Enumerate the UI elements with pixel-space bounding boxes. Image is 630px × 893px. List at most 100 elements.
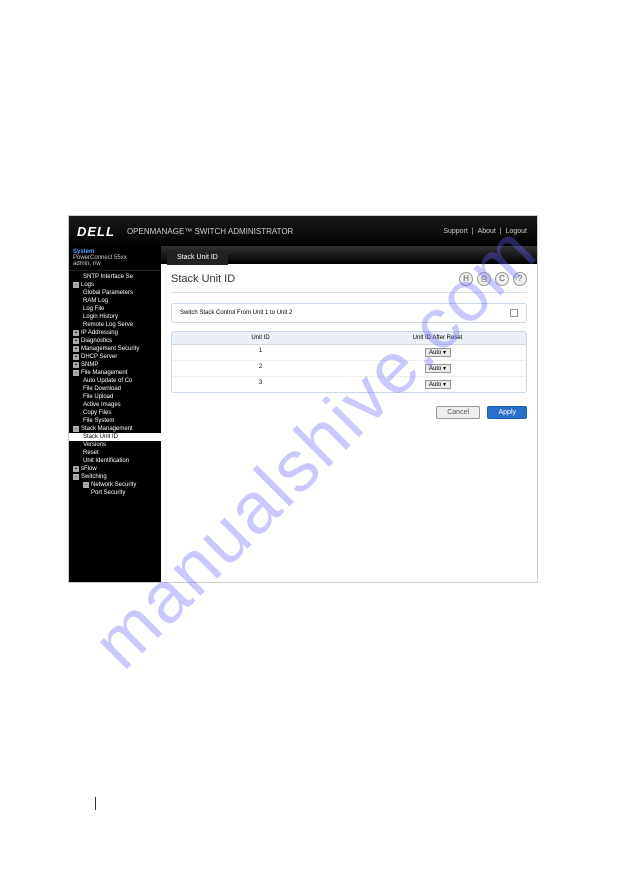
top-bar: DELL OPENMANAGE™ SWITCH ADMINISTRATOR Su… <box>69 216 537 246</box>
tree-item-label: Remote Log Serve <box>83 322 133 328</box>
tree-item-label: Stack Unit ID <box>83 434 118 440</box>
expand-icon[interactable]: + <box>73 466 79 472</box>
table-body: 1 Auto 2 Auto 3 Auto <box>172 345 526 392</box>
tree-item[interactable]: Versions <box>69 441 161 449</box>
link-about[interactable]: About <box>478 228 496 235</box>
tree-item[interactable]: RAM Log <box>69 297 161 305</box>
toolbar-icons: H ⎙ C ? <box>459 272 527 286</box>
tab-bar: Stack Unit ID <box>161 246 537 264</box>
unit-id-select[interactable]: Auto <box>425 364 451 373</box>
tree-item[interactable]: Login History <box>69 313 161 321</box>
tree-item[interactable]: +Management Security <box>69 345 161 353</box>
tree-item[interactable]: -File Management <box>69 369 161 377</box>
cell-unit-id-after-reset: Auto <box>349 345 526 360</box>
tree-item-label: Versions <box>83 442 106 448</box>
cancel-button[interactable]: Cancel <box>436 406 480 419</box>
tree-item[interactable]: Unit Identification <box>69 457 161 465</box>
tree-item-label: Port Security <box>91 490 125 496</box>
tree-item[interactable]: -Network Security <box>69 481 161 489</box>
tree-item[interactable]: File Upload <box>69 393 161 401</box>
tree-item-label: Stack Management <box>81 426 133 432</box>
tree-item[interactable]: -Logs <box>69 281 161 289</box>
tree-item[interactable]: Port Security <box>69 489 161 497</box>
tree-item-label: File System <box>83 418 114 424</box>
table-header: Unit ID Unit ID After Reset <box>172 332 526 345</box>
tree-item[interactable]: Auto Update of Co <box>69 377 161 385</box>
collapse-icon[interactable]: - <box>73 282 79 288</box>
cell-unit-id: 1 <box>172 345 349 360</box>
print-icon[interactable]: ⎙ <box>477 272 491 286</box>
collapse-icon[interactable]: - <box>73 370 79 376</box>
tree-item[interactable]: +sFlow <box>69 465 161 473</box>
dell-logo: DELL <box>77 224 127 239</box>
page-header: Stack Unit ID H ⎙ C ? <box>171 272 527 293</box>
expand-icon[interactable]: + <box>73 338 79 344</box>
sidebar-header: System PowerConnect 55xx admin, r/w <box>69 246 161 271</box>
user-name: admin, r/w <box>73 261 157 267</box>
unit-table: Unit ID Unit ID After Reset 1 Auto 2 Auto 3 A… <box>171 331 527 393</box>
refresh-icon[interactable]: C <box>495 272 509 286</box>
tree-item-label: RAM Log <box>83 298 108 304</box>
tree-item-label: IP Addressing <box>81 330 118 336</box>
tree-item[interactable]: File System <box>69 417 161 425</box>
cell-unit-id-after-reset: Auto <box>349 361 526 376</box>
unit-id-select[interactable]: Auto <box>425 348 451 357</box>
switch-control-checkbox[interactable] <box>510 309 518 317</box>
tree-item[interactable]: Reset <box>69 449 161 457</box>
tree-item-label: Log File <box>83 306 104 312</box>
tree-item-label: Network Security <box>91 482 136 488</box>
tree-item[interactable]: +DHCP Server <box>69 353 161 361</box>
tree-item-label: Auto Update of Co <box>83 378 132 384</box>
th-unit-id-after-reset: Unit ID After Reset <box>349 332 526 344</box>
link-support[interactable]: Support <box>443 228 468 235</box>
tree-item[interactable]: -Switching <box>69 473 161 481</box>
tree-item[interactable]: Copy Files <box>69 409 161 417</box>
table-row: 1 Auto <box>172 345 526 361</box>
th-unit-id: Unit ID <box>172 332 349 344</box>
tree-item[interactable]: Log File <box>69 305 161 313</box>
switch-control-label: Switch Stack Control From Unit 1 to Unit… <box>180 310 292 316</box>
tree-item-label: DHCP Server <box>81 354 117 360</box>
tree-item[interactable]: Active Images <box>69 401 161 409</box>
tree-item[interactable]: SNTP Interface Se <box>69 273 161 281</box>
collapse-icon[interactable]: - <box>83 482 89 488</box>
collapse-icon[interactable]: - <box>73 426 79 432</box>
apply-button[interactable]: Apply <box>487 406 527 419</box>
tab-stack-unit-id[interactable]: Stack Unit ID <box>167 250 228 265</box>
tree-item-label: SNMP <box>81 362 98 368</box>
tree-item-label: File Upload <box>83 394 113 400</box>
nav-tree: SNTP Interface Se-LogsGlobal ParametersR… <box>69 271 161 497</box>
cell-unit-id: 2 <box>172 361 349 376</box>
expand-icon[interactable]: + <box>73 362 79 368</box>
switch-control-row: Switch Stack Control From Unit 1 to Unit… <box>172 304 526 322</box>
tree-item[interactable]: +IP Addressing <box>69 329 161 337</box>
tree-item[interactable]: +SNMP <box>69 361 161 369</box>
unit-id-select[interactable]: Auto <box>425 380 451 389</box>
save-icon[interactable]: H <box>459 272 473 286</box>
cell-unit-id: 3 <box>172 377 349 392</box>
expand-icon[interactable]: + <box>73 346 79 352</box>
tree-item[interactable]: File Download <box>69 385 161 393</box>
page-mark <box>95 797 105 810</box>
tree-item[interactable]: Remote Log Serve <box>69 321 161 329</box>
top-links: Support | About | Logout <box>441 228 529 235</box>
button-row: Cancel Apply <box>171 401 527 419</box>
tree-item[interactable]: Global Parameters <box>69 289 161 297</box>
collapse-icon[interactable]: - <box>73 474 79 480</box>
tree-item-label: SNTP Interface Se <box>83 274 133 280</box>
expand-icon[interactable]: + <box>73 354 79 360</box>
help-icon[interactable]: ? <box>513 272 527 286</box>
tree-item-label: Global Parameters <box>83 290 133 296</box>
app-window: DELL OPENMANAGE™ SWITCH ADMINISTRATOR Su… <box>68 215 538 583</box>
tree-item[interactable]: Stack Unit ID <box>69 433 161 441</box>
link-logout[interactable]: Logout <box>506 228 527 235</box>
tree-item[interactable]: +Diagnostics <box>69 337 161 345</box>
expand-icon[interactable]: + <box>73 330 79 336</box>
tree-item-label: Logs <box>81 282 94 288</box>
content-panel: Stack Unit ID Stack Unit ID H ⎙ C ? Swit… <box>161 246 537 582</box>
tree-item[interactable]: -Stack Management <box>69 425 161 433</box>
main-area: System PowerConnect 55xx admin, r/w SNTP… <box>69 246 537 582</box>
sidebar: System PowerConnect 55xx admin, r/w SNTP… <box>69 246 161 582</box>
tree-item-label: Management Security <box>81 346 139 352</box>
tree-item-label: Diagnostics <box>81 338 112 344</box>
